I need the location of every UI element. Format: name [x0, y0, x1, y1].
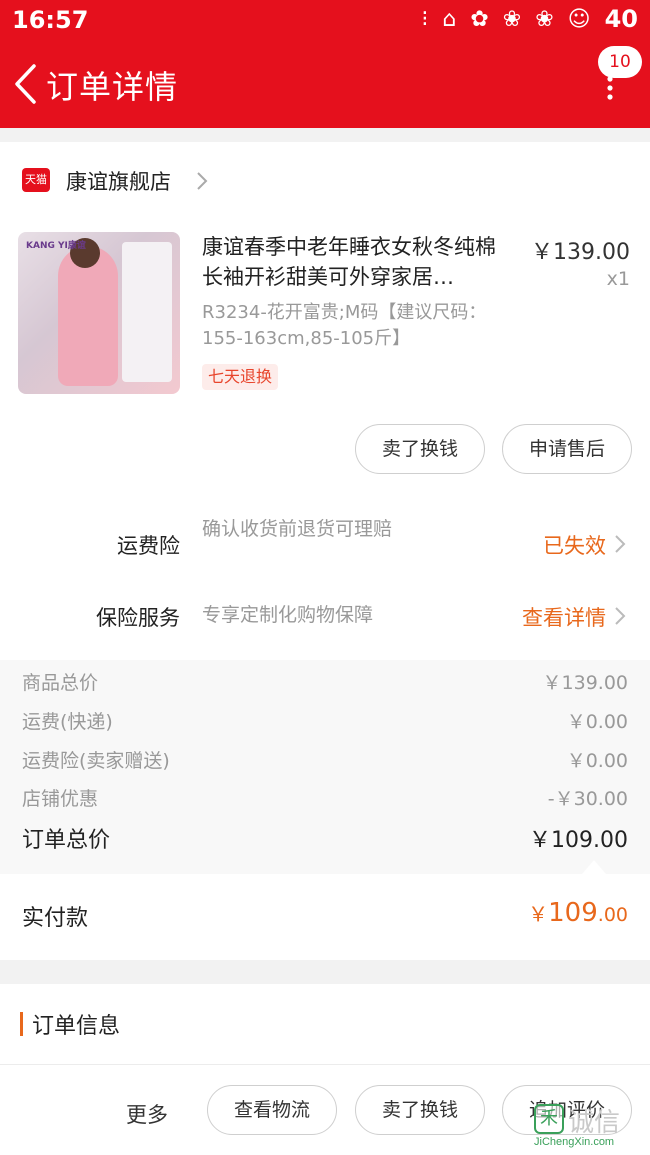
paw-icon: ❀	[502, 6, 522, 32]
price-summary: 商品总价 ￥139.00 运费(快递) ￥0.00 运费险(卖家赠送) ￥0.0…	[0, 660, 650, 874]
caret-up-icon	[582, 860, 606, 874]
summary-row-shipping-insurance: 运费险(卖家赠送) ￥0.00	[22, 746, 628, 780]
order-info-section: 订单信息	[0, 984, 650, 1064]
sell-for-cash-button[interactable]: 卖了换钱	[355, 1085, 485, 1135]
insurance-service-label: 保险服务	[96, 606, 180, 630]
after-sales-button[interactable]: 申请售后	[502, 424, 632, 474]
product-image-brand: KANG YI康谊	[26, 241, 86, 251]
battery-level: 40	[604, 5, 638, 33]
store-name[interactable]: 康谊旗舰店	[66, 166, 171, 196]
product-image-window	[122, 242, 172, 382]
more-options-icon[interactable]	[606, 76, 614, 100]
summary-label: 商品总价	[22, 672, 99, 694]
summary-row-store-discount: 店铺优惠 -￥30.00	[22, 784, 628, 818]
status-icons: ⁝ ⌂ ✿ ❀ ❀ ☺ 40	[421, 5, 638, 33]
summary-label: 运费(快递)	[22, 711, 113, 733]
cat-icon: ☺	[567, 6, 591, 32]
shipping-insurance-label: 运费险	[117, 534, 180, 558]
chevron-right-icon	[615, 607, 626, 625]
order-item-card: 天猫 康谊旗舰店 KANG YI康谊 康谊春季中老年睡衣女秋冬纯棉长袖开衫甜美可…	[0, 142, 650, 660]
watermark-url: JiChengXin.com	[534, 1136, 615, 1148]
summary-label: 运费险(卖家赠送)	[22, 750, 170, 772]
sell-for-cash-button[interactable]: 卖了换钱	[355, 424, 485, 474]
watermark-logo-icon: 禾	[534, 1104, 564, 1134]
more-button[interactable]: 更多	[126, 1099, 168, 1129]
summary-value: ￥0.00	[566, 750, 628, 772]
nav-bar: 订单详情 10	[0, 42, 650, 128]
amount-decimal: .00	[597, 904, 628, 926]
summary-value: ￥0.00	[566, 711, 628, 733]
summary-row-goods: 商品总价 ￥139.00	[22, 668, 628, 702]
paw-icon: ❀	[535, 6, 554, 32]
summary-value: -￥30.00	[547, 788, 628, 810]
notification-icon: ⁝	[421, 6, 429, 32]
store-row[interactable]: 天猫 康谊旗舰店	[0, 142, 650, 218]
summary-row-shipping: 运费(快递) ￥0.00	[22, 707, 628, 741]
message-count-badge[interactable]: 10	[598, 46, 642, 78]
currency-symbol: ￥	[528, 902, 549, 926]
product-sku: R3234-花开富贵;M码【建议尺码：155-163cm,85-105斤】	[202, 302, 487, 349]
lollipop-icon: ✿	[470, 6, 489, 32]
order-info-title: 订单信息	[32, 1014, 121, 1039]
page-title: 订单详情	[46, 68, 179, 106]
chevron-right-icon	[615, 535, 626, 553]
summary-value: ￥139.00	[542, 672, 628, 694]
back-icon[interactable]	[12, 62, 38, 106]
fish-icon: ⌂	[442, 6, 457, 32]
product-title[interactable]: 康谊春季中老年睡衣女秋冬纯棉长袖开衫甜美可外穿家居…	[202, 232, 512, 292]
chevron-right-icon	[197, 172, 208, 190]
product-image[interactable]: KANG YI康谊	[18, 232, 180, 394]
shipping-insurance-status[interactable]: 已失效	[543, 530, 606, 560]
amount-integer: 109	[548, 898, 598, 928]
insurance-service-row[interactable]: 保险服务 专享定制化购物保障 查看详情	[0, 586, 650, 646]
section-accent-bar	[20, 1012, 23, 1036]
shipping-insurance-desc: 确认收货前退货可理赔	[202, 518, 393, 540]
product-quantity: x1	[606, 268, 630, 290]
status-bar: 16:57 ⁝ ⌂ ✿ ❀ ❀ ☺ 40	[0, 0, 650, 42]
tmall-icon: 天猫	[22, 168, 50, 192]
order-total-value: ￥109.00	[529, 828, 628, 853]
view-logistics-button[interactable]: 查看物流	[207, 1085, 337, 1135]
summary-label: 店铺优惠	[22, 788, 99, 810]
product-price: ￥139.00	[531, 240, 630, 265]
actual-payment-amount: ￥109.00	[528, 898, 628, 928]
actual-payment-row: 实付款 ￥109.00	[0, 874, 650, 960]
site-watermark: 禾 诚信 JiChengXin.com	[534, 1104, 644, 1150]
status-time: 16:57	[12, 6, 89, 34]
watermark-text: 诚信	[568, 1108, 621, 1138]
actual-payment-label: 实付款	[22, 906, 89, 931]
summary-row-order-total: 订单总价 ￥109.00	[22, 822, 628, 856]
insurance-service-details-link[interactable]: 查看详情	[522, 602, 606, 632]
order-total-label: 订单总价	[22, 828, 111, 853]
insurance-service-desc: 专享定制化购物保障	[202, 604, 374, 626]
shipping-insurance-row[interactable]: 运费险 确认收货前退货可理赔 已失效	[0, 512, 650, 572]
seven-day-return-tag: 七天退换	[202, 364, 279, 390]
